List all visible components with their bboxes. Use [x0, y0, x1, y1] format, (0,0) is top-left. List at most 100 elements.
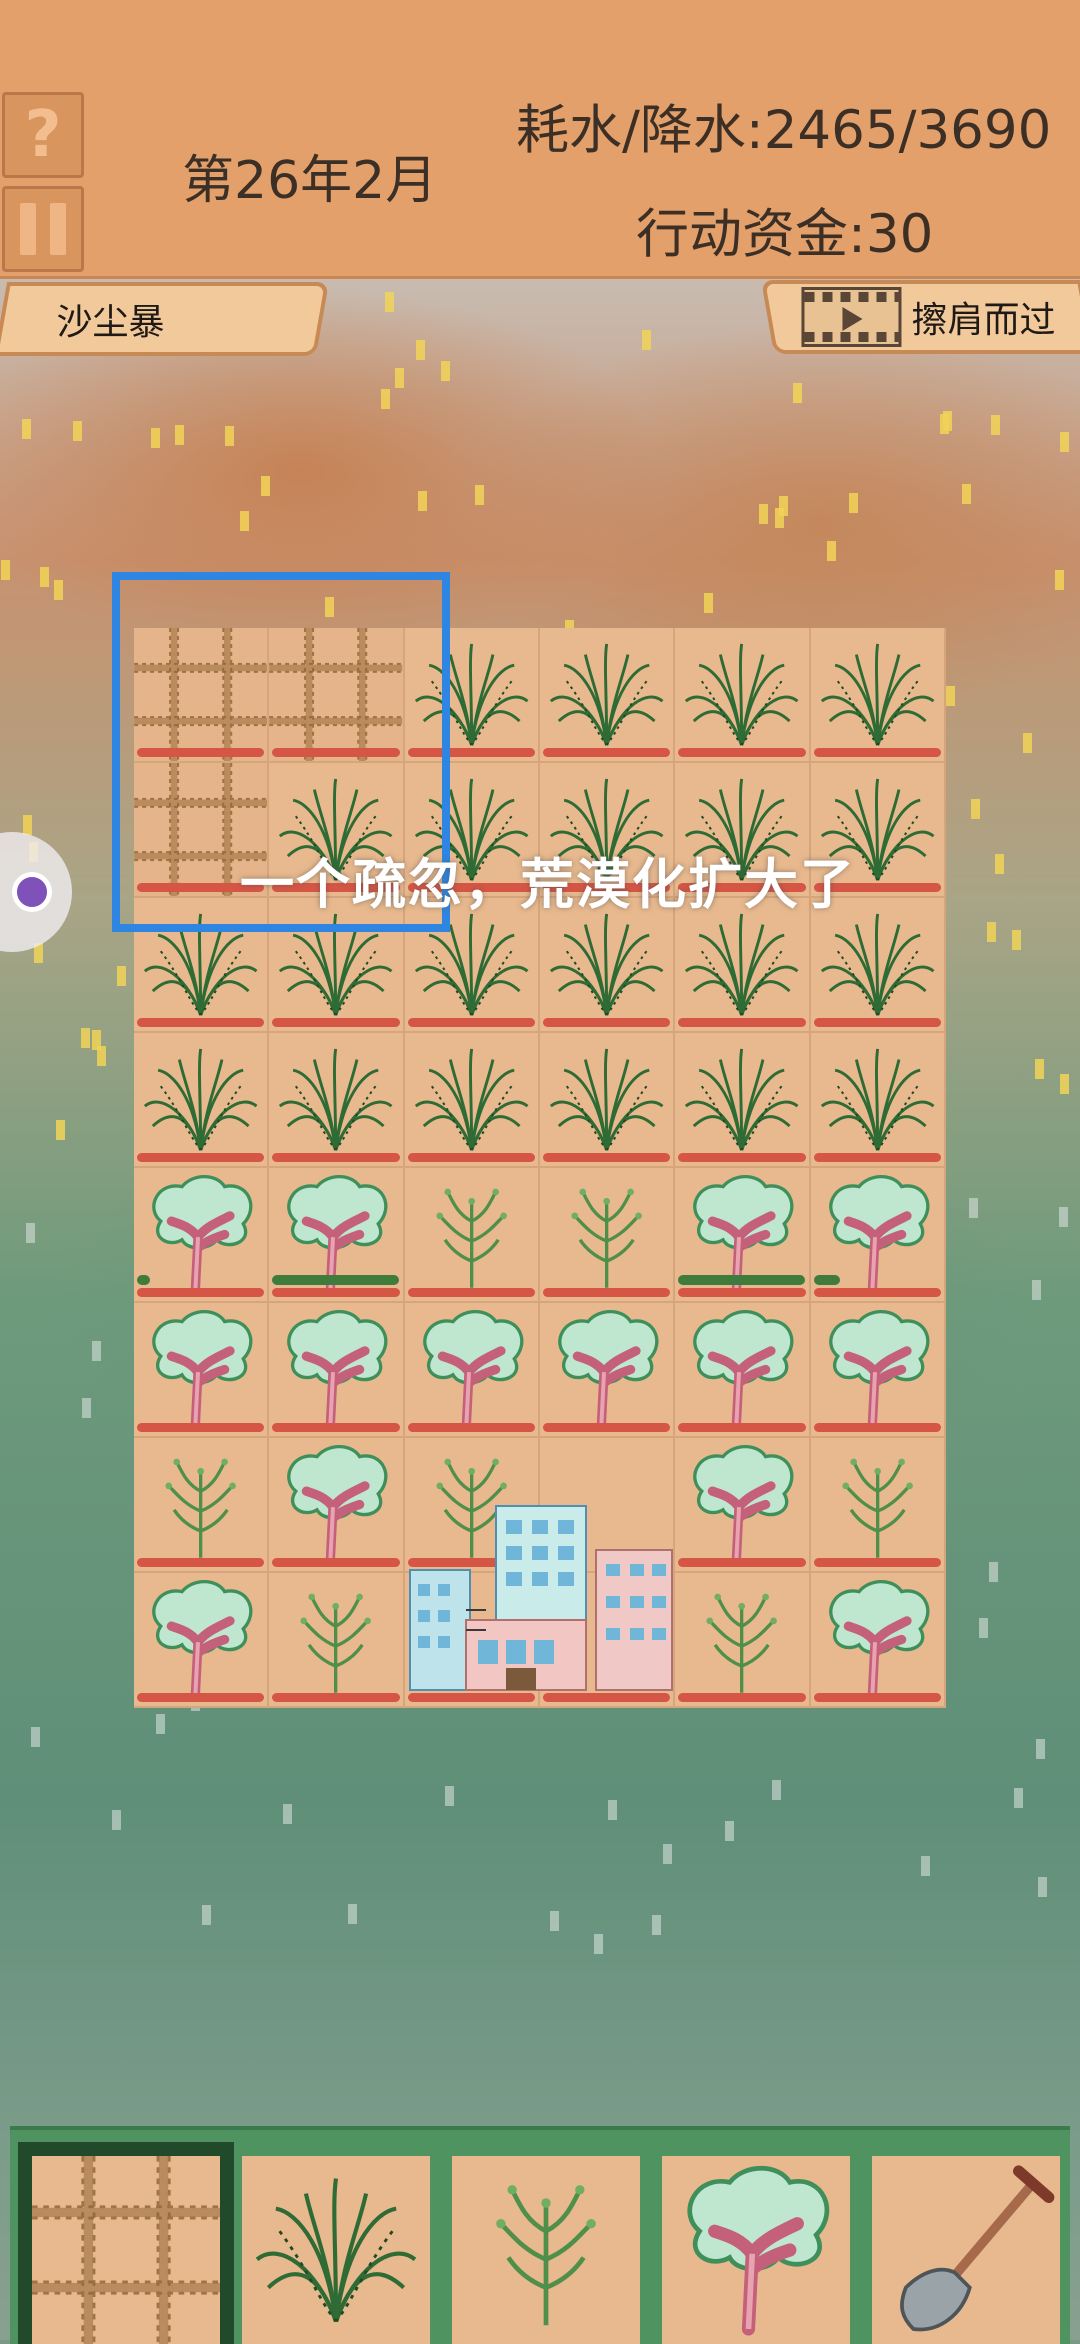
video-reward-button[interactable]: 擦肩而过 — [760, 280, 1080, 354]
grid-cell-tree[interactable] — [134, 1303, 270, 1438]
grid-cell-shrub[interactable] — [134, 1033, 270, 1168]
sapling-icon — [496, 2185, 596, 2326]
health-bar — [272, 1153, 400, 1162]
health-bar — [272, 1693, 400, 1702]
grid-cell-tree[interactable] — [675, 1303, 811, 1438]
shovel-icon — [900, 2165, 1055, 2332]
dust-particle — [703, 592, 713, 613]
dust-particle — [0, 559, 10, 580]
grid-cell-shrub[interactable] — [675, 1033, 811, 1168]
grid-cell-tree[interactable] — [404, 1303, 540, 1438]
dust-particle — [1023, 733, 1033, 754]
dust-particle — [946, 685, 955, 706]
straw-grid-icon — [32, 2156, 220, 2344]
health-bar — [407, 1423, 535, 1432]
tree-icon — [152, 1579, 253, 1701]
pause-button[interactable] — [2, 186, 84, 272]
health-bar — [407, 1018, 535, 1027]
grid-cell-sapling[interactable] — [134, 1438, 270, 1573]
tree-icon — [558, 1309, 659, 1431]
grid-cell-tree[interactable] — [134, 1573, 270, 1708]
grid-cell-shrub[interactable] — [539, 628, 676, 763]
shrub-icon — [255, 2178, 417, 2323]
grid-cell-shrub[interactable] — [675, 628, 811, 763]
health-bar — [678, 1018, 806, 1027]
grid-cell-tree[interactable] — [675, 1168, 811, 1303]
grid-cell-sapling[interactable] — [810, 1438, 946, 1573]
growth-bar — [272, 1275, 399, 1285]
dust-particle — [282, 1803, 292, 1824]
tool-shrub-button[interactable] — [242, 2156, 430, 2344]
grid-cell-tree[interactable] — [269, 1303, 405, 1438]
dust-particle — [989, 1561, 999, 1582]
health-bar — [678, 1153, 806, 1162]
shrub-icon — [549, 1048, 664, 1151]
health-bar — [542, 748, 671, 757]
game-date: 第26年2月 — [182, 151, 438, 211]
dust-particle — [80, 1028, 90, 1049]
health-bar — [678, 748, 806, 757]
grid-cell-tree[interactable] — [539, 1303, 676, 1438]
shrub-icon — [279, 1048, 393, 1151]
grid-cell-shrub[interactable] — [539, 1033, 676, 1168]
dust-particle — [608, 1800, 618, 1821]
health-bar — [542, 1018, 671, 1027]
tool-straw-checkerboard-button[interactable] — [18, 2142, 234, 2344]
dust-particle — [92, 1340, 102, 1361]
grid-cell-tree[interactable] — [810, 1303, 946, 1438]
dust-particle — [441, 361, 451, 381]
sapling-icon — [300, 1593, 372, 1693]
dust-particle — [416, 339, 426, 360]
tree-icon — [828, 1579, 930, 1701]
grid-cell-tree[interactable] — [810, 1573, 946, 1708]
grid-cell-sapling[interactable] — [269, 1573, 405, 1708]
tool-shovel-button[interactable] — [872, 2156, 1060, 2344]
dust-particle — [174, 424, 184, 445]
dust-particle — [112, 1810, 122, 1831]
planting-toolbar — [10, 2126, 1070, 2344]
dust-particle — [758, 504, 768, 525]
dust-particle — [475, 485, 485, 506]
dust-particle — [642, 330, 652, 351]
health-bar — [137, 1693, 265, 1702]
grid-cell-sapling[interactable] — [675, 1573, 811, 1708]
shrub-icon — [820, 1048, 935, 1151]
dust-particle — [1059, 1206, 1069, 1227]
grid-cell-sapling[interactable] — [539, 1168, 676, 1303]
dust-particle — [116, 965, 126, 986]
sapling-icon — [842, 1458, 913, 1558]
grid-cell-tree[interactable] — [675, 1438, 811, 1573]
dust-particle — [1014, 1787, 1024, 1808]
grid-cell-shrub[interactable] — [269, 1033, 405, 1168]
dust-particle — [225, 426, 235, 447]
sapling-icon — [436, 1188, 507, 1288]
grid-cell-shrub[interactable] — [810, 628, 946, 763]
dust-particle — [991, 415, 1001, 436]
dust-particle — [969, 1197, 979, 1218]
grid-cell-sapling[interactable] — [404, 1168, 540, 1303]
tool-sapling-button[interactable] — [452, 2156, 640, 2344]
grid-cell-shrub[interactable] — [810, 1033, 946, 1168]
dust-particle — [1012, 929, 1022, 950]
dust-particle — [1054, 569, 1064, 590]
dust-particle — [942, 411, 952, 432]
shrub-icon — [549, 643, 664, 746]
health-bar — [813, 1693, 941, 1702]
health-bar — [542, 1153, 671, 1162]
tool-tree-button[interactable] — [662, 2156, 850, 2344]
action-funds: 行动资金:30 — [636, 204, 934, 265]
health-bar — [137, 1018, 265, 1027]
dust-particle — [1059, 1073, 1069, 1094]
sapling-icon — [706, 1593, 778, 1693]
grid-cell-tree[interactable] — [134, 1168, 270, 1303]
grid-cell-tree[interactable] — [269, 1438, 405, 1573]
health-bar — [272, 1018, 400, 1027]
dust-particle — [961, 484, 971, 505]
grid-cell-shrub[interactable] — [404, 1033, 540, 1168]
help-button[interactable]: ? — [2, 92, 84, 178]
grid-cell-tree[interactable] — [269, 1168, 405, 1303]
health-bar — [813, 748, 941, 757]
health-bar — [137, 1288, 265, 1297]
grid-cell-tree[interactable] — [810, 1168, 946, 1303]
sapling-icon — [165, 1458, 236, 1558]
